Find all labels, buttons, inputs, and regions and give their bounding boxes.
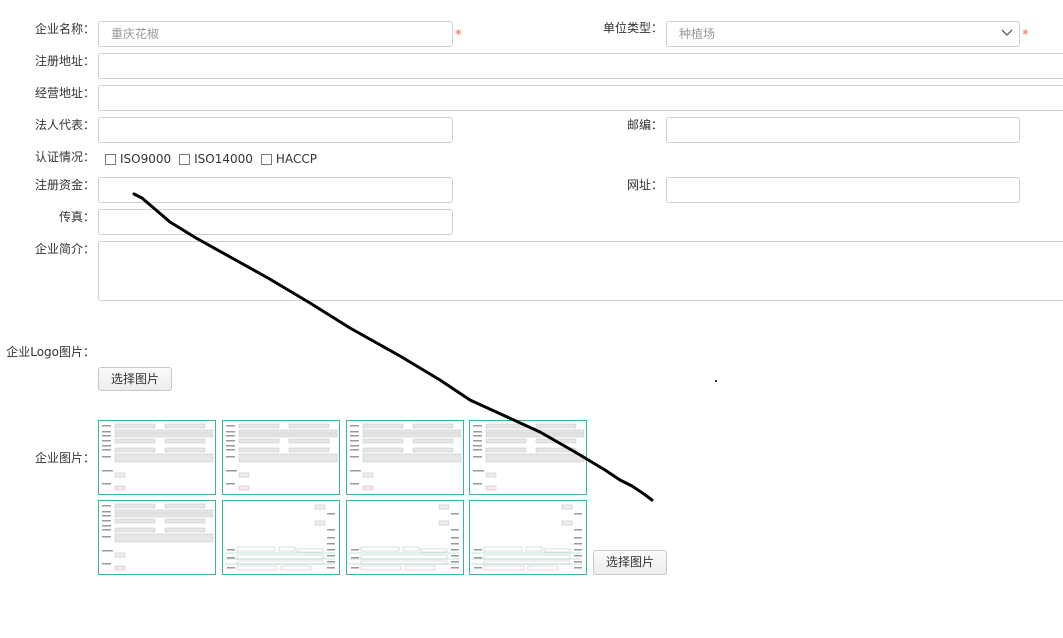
- company-images-label: 企业图片：: [34, 451, 95, 465]
- business-address-label: 经营地址：: [34, 86, 95, 100]
- registered-address-label: 注册地址：: [34, 54, 95, 68]
- certification-label: 认证情况：: [34, 150, 95, 164]
- iso14000-checkbox[interactable]: ISO14000: [179, 152, 253, 166]
- company-image-thumbnail[interactable]: [469, 500, 587, 575]
- website-label: 网址：: [626, 178, 663, 192]
- logo-label: 企业Logo图片：: [6, 345, 95, 359]
- checkbox-box[interactable]: [260, 153, 272, 165]
- company-image-thumbnail[interactable]: [469, 420, 587, 495]
- certification-options: ISO9000 ISO14000 HACCP: [105, 152, 325, 166]
- stray-dot: [715, 380, 717, 382]
- select-company-image-button[interactable]: 选择图片: [593, 550, 667, 575]
- company-image-thumbnail[interactable]: [222, 500, 340, 575]
- unit-type-label: 单位类型：: [602, 21, 663, 35]
- registered-address-input[interactable]: [98, 53, 1063, 79]
- iso14000-label: ISO14000: [194, 152, 253, 166]
- introduction-label: 企业简介：: [34, 242, 95, 256]
- company-image-thumbnail[interactable]: [98, 420, 216, 495]
- fax-label: 传真：: [58, 210, 95, 224]
- unit-type-select[interactable]: 种植场: [666, 21, 1020, 47]
- business-address-input[interactable]: [98, 85, 1063, 111]
- company-image-thumbnail[interactable]: [98, 500, 216, 575]
- introduction-textarea[interactable]: [98, 241, 1063, 301]
- unit-type-value: 种植场: [679, 27, 716, 41]
- chevron-down-icon: [1001, 29, 1013, 36]
- fax-input[interactable]: [98, 209, 453, 235]
- unit-type-required-mark: *: [1022, 28, 1029, 43]
- legal-representative-label: 法人代表：: [34, 118, 95, 132]
- website-input[interactable]: [666, 177, 1020, 203]
- checkbox-box[interactable]: [105, 153, 116, 165]
- registered-capital-label: 注册资金：: [34, 178, 95, 192]
- company-name-input[interactable]: 重庆花椒: [98, 21, 453, 47]
- legal-representative-input[interactable]: [98, 117, 453, 143]
- iso9000-checkbox[interactable]: ISO9000: [105, 152, 171, 166]
- postcode-input[interactable]: [666, 117, 1020, 143]
- company-name-required-mark: *: [455, 28, 462, 43]
- postcode-label: 邮编：: [626, 118, 663, 132]
- company-name-label: 企业名称：: [34, 22, 95, 36]
- company-image-thumbnail[interactable]: [346, 500, 464, 575]
- checkbox-box[interactable]: [179, 153, 191, 165]
- select-logo-image-button[interactable]: 选择图片: [98, 367, 172, 391]
- registered-capital-input[interactable]: [98, 177, 453, 203]
- haccp-label: HACCP: [275, 152, 317, 166]
- haccp-checkbox[interactable]: HACCP: [260, 152, 317, 166]
- company-image-thumbnail[interactable]: [346, 420, 464, 495]
- company-image-thumbnail[interactable]: [222, 420, 340, 495]
- iso9000-label: ISO9000: [120, 152, 172, 166]
